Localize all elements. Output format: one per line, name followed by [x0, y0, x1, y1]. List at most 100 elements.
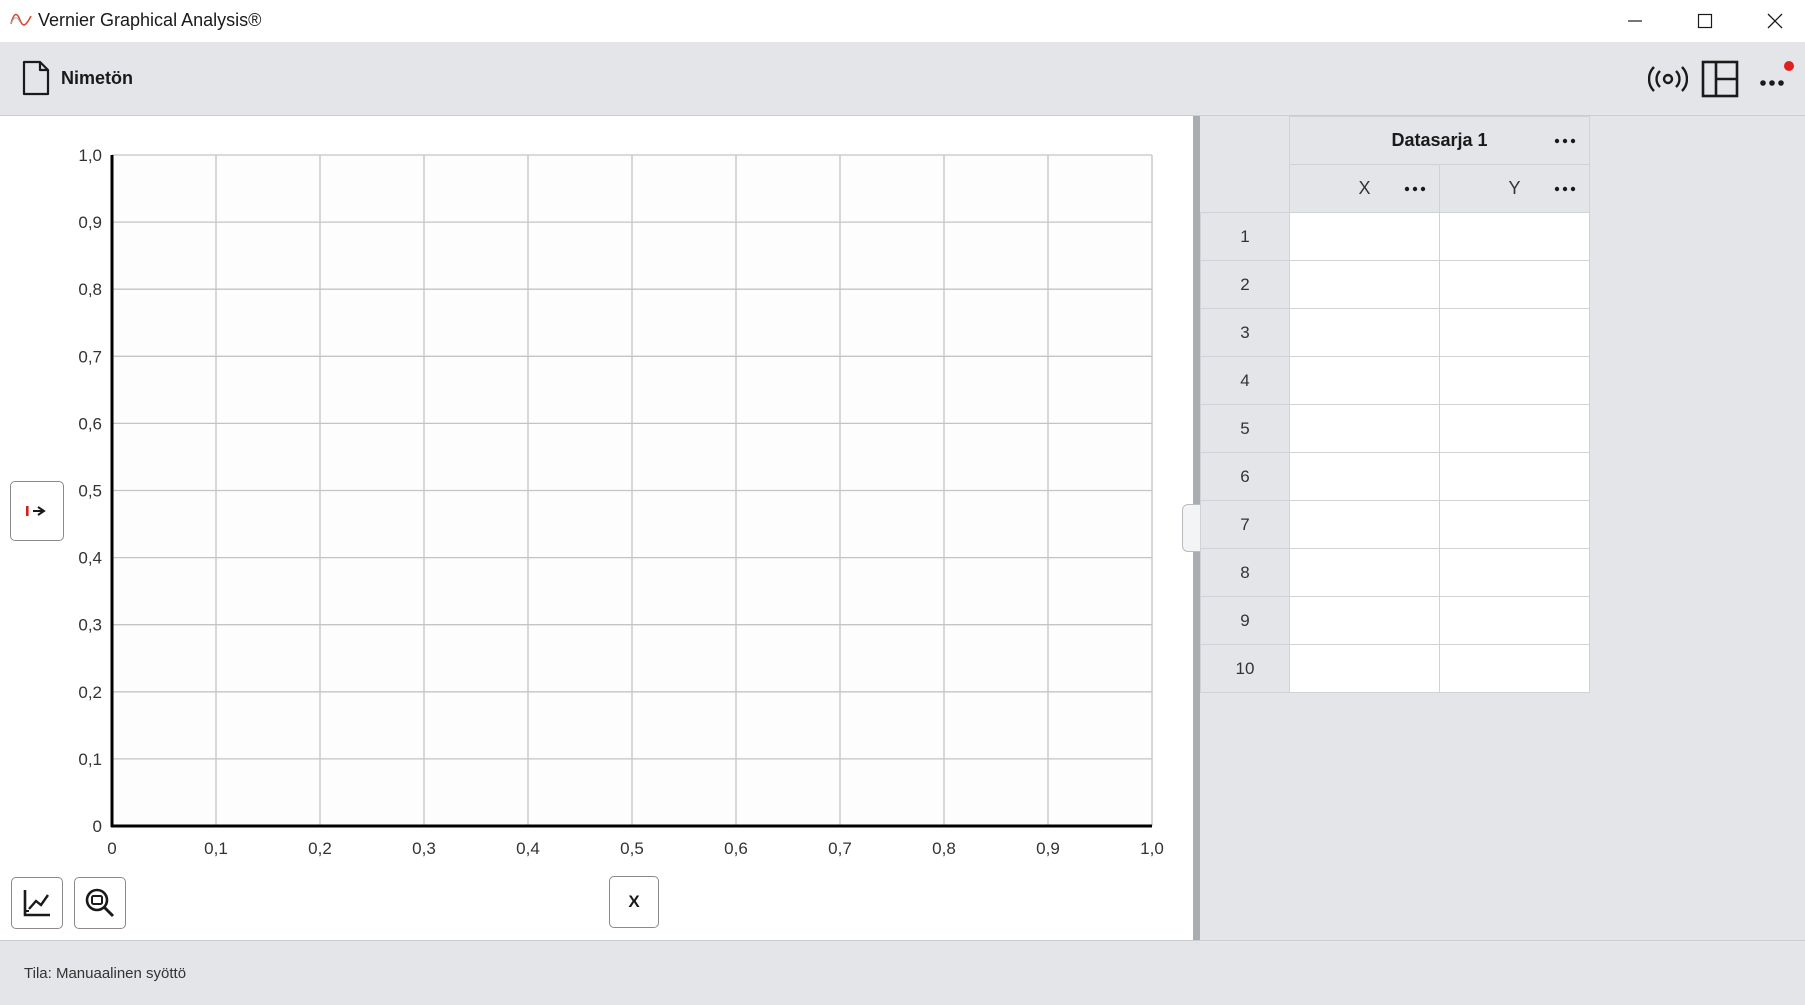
- x-tick-label: 0,4: [516, 839, 540, 858]
- y-tick-label: 0: [93, 817, 102, 836]
- table-row: 7: [1200, 500, 1590, 549]
- graph-options-button[interactable]: [11, 877, 63, 929]
- x-tick-label: 0,5: [620, 839, 644, 858]
- row-number: 1: [1200, 212, 1290, 261]
- close-button[interactable]: [1740, 0, 1805, 42]
- column-header-y[interactable]: Y: [1439, 164, 1590, 213]
- cell-x[interactable]: [1289, 500, 1440, 549]
- cell-y[interactable]: [1439, 260, 1590, 309]
- data-table: Datasarja 1 X Y 1 2 3 4 5 6 7 8 9 10: [1200, 116, 1590, 693]
- minimize-button[interactable]: [1600, 0, 1670, 42]
- title-bar: Vernier Graphical Analysis®: [0, 0, 1805, 42]
- toolbar: Nimetön: [0, 42, 1805, 116]
- layout-icon[interactable]: [1701, 60, 1739, 98]
- y-tick-label: 0,5: [78, 482, 102, 501]
- row-number: 8: [1200, 548, 1290, 597]
- cell-y[interactable]: [1439, 308, 1590, 357]
- table-row: 8: [1200, 548, 1590, 597]
- cell-x[interactable]: [1289, 356, 1440, 405]
- x-tick-label: 0,2: [308, 839, 332, 858]
- app-logo-icon: [10, 13, 32, 26]
- x-tick-label: 0,7: [828, 839, 852, 858]
- status-text: Tila: Manuaalinen syöttö: [24, 965, 187, 982]
- row-number: 3: [1200, 308, 1290, 357]
- dataset-header[interactable]: Datasarja 1: [1289, 116, 1590, 165]
- column-x-label: X: [1358, 178, 1371, 198]
- file-icon[interactable]: [22, 60, 50, 96]
- row-number: 7: [1200, 500, 1290, 549]
- cell-x[interactable]: [1289, 644, 1440, 693]
- column-y-label: Y: [1508, 178, 1521, 198]
- table-body: 1 2 3 4 5 6 7 8 9 10: [1200, 212, 1590, 693]
- table-row: 5: [1200, 404, 1590, 453]
- maximize-button[interactable]: [1670, 0, 1740, 42]
- row-number: 6: [1200, 452, 1290, 501]
- cell-y[interactable]: [1439, 500, 1590, 549]
- x-tick-label: 0: [107, 839, 116, 858]
- graph-chart[interactable]: 0 0,1 0,2 0,3 0,4 0,5 0,6 0,7 0,8 0,9 1,0 0 0,1 0,2 0,…: [0, 116, 1193, 876]
- y-tick-label: 0,6: [78, 414, 102, 433]
- table-corner-2: [1200, 164, 1290, 213]
- y-axis-button[interactable]: [10, 481, 64, 541]
- x-axis-button[interactable]: X: [609, 876, 659, 928]
- cell-y[interactable]: [1439, 596, 1590, 645]
- y-tick-label: 0,2: [78, 683, 102, 702]
- cell-x[interactable]: [1289, 596, 1440, 645]
- zoom-button[interactable]: [74, 877, 126, 929]
- cell-x[interactable]: [1289, 548, 1440, 597]
- cell-y[interactable]: [1439, 212, 1590, 261]
- row-number: 5: [1200, 404, 1290, 453]
- x-tick-label: 0,6: [724, 839, 748, 858]
- column-x-options-icon[interactable]: [1403, 185, 1427, 193]
- table-row: 6: [1200, 452, 1590, 501]
- minimize-icon: [1628, 20, 1642, 22]
- row-number: 9: [1200, 596, 1290, 645]
- y-tick-label: 0,4: [78, 549, 102, 568]
- dataset-name: Datasarja 1: [1391, 130, 1488, 150]
- table-row: 3: [1200, 308, 1590, 357]
- y-tick-label: 0,3: [78, 616, 102, 635]
- zoom-icon: [85, 888, 115, 918]
- graph-pane: 0 0,1 0,2 0,3 0,4 0,5 0,6 0,7 0,8 0,9 1,0 0 0,1 0,2 0,…: [0, 116, 1193, 940]
- column-header-x[interactable]: X: [1289, 164, 1440, 213]
- maximize-icon: [1697, 13, 1713, 29]
- sensor-connection-icon[interactable]: [1648, 64, 1688, 94]
- x-tick-label: 0,8: [932, 839, 956, 858]
- x-tick-label: 1,0: [1140, 839, 1164, 858]
- table-pane: Datasarja 1 X Y 1 2 3 4 5 6 7 8 9 10: [1200, 116, 1805, 940]
- y-tick-label: 0,1: [78, 750, 102, 769]
- cell-y[interactable]: [1439, 452, 1590, 501]
- y-axis-selector-icon: [26, 506, 46, 516]
- cell-x[interactable]: [1289, 452, 1440, 501]
- cell-x[interactable]: [1289, 212, 1440, 261]
- y-tick-label: 0,7: [78, 347, 102, 366]
- table-row: 9: [1200, 596, 1590, 645]
- graph-options-icon: [23, 890, 50, 917]
- status-bar: Tila: Manuaalinen syöttö: [0, 940, 1805, 1005]
- window-title: Vernier Graphical Analysis®: [38, 10, 262, 30]
- cell-y[interactable]: [1439, 548, 1590, 597]
- cell-y[interactable]: [1439, 404, 1590, 453]
- cell-y[interactable]: [1439, 644, 1590, 693]
- x-tick-label: 0,1: [204, 839, 228, 858]
- y-tick-label: 1,0: [78, 146, 102, 165]
- row-number: 4: [1200, 356, 1290, 405]
- cell-x[interactable]: [1289, 308, 1440, 357]
- document-name[interactable]: Nimetön: [61, 68, 133, 89]
- row-number: 2: [1200, 260, 1290, 309]
- table-row: 1: [1200, 212, 1590, 261]
- dataset-options-icon[interactable]: [1553, 137, 1577, 145]
- cell-x[interactable]: [1289, 260, 1440, 309]
- column-y-options-icon[interactable]: [1553, 185, 1577, 193]
- y-tick-label: 0,9: [78, 213, 102, 232]
- table-corner: [1200, 116, 1290, 165]
- cell-y[interactable]: [1439, 356, 1590, 405]
- cell-x[interactable]: [1289, 404, 1440, 453]
- notification-dot: [1784, 61, 1794, 71]
- x-tick-label: 0,9: [1036, 839, 1060, 858]
- y-tick-label: 0,8: [78, 280, 102, 299]
- table-row: 10: [1200, 644, 1590, 693]
- close-icon: [1767, 13, 1783, 29]
- more-options-icon[interactable]: [1752, 60, 1800, 98]
- row-number: 10: [1200, 644, 1290, 693]
